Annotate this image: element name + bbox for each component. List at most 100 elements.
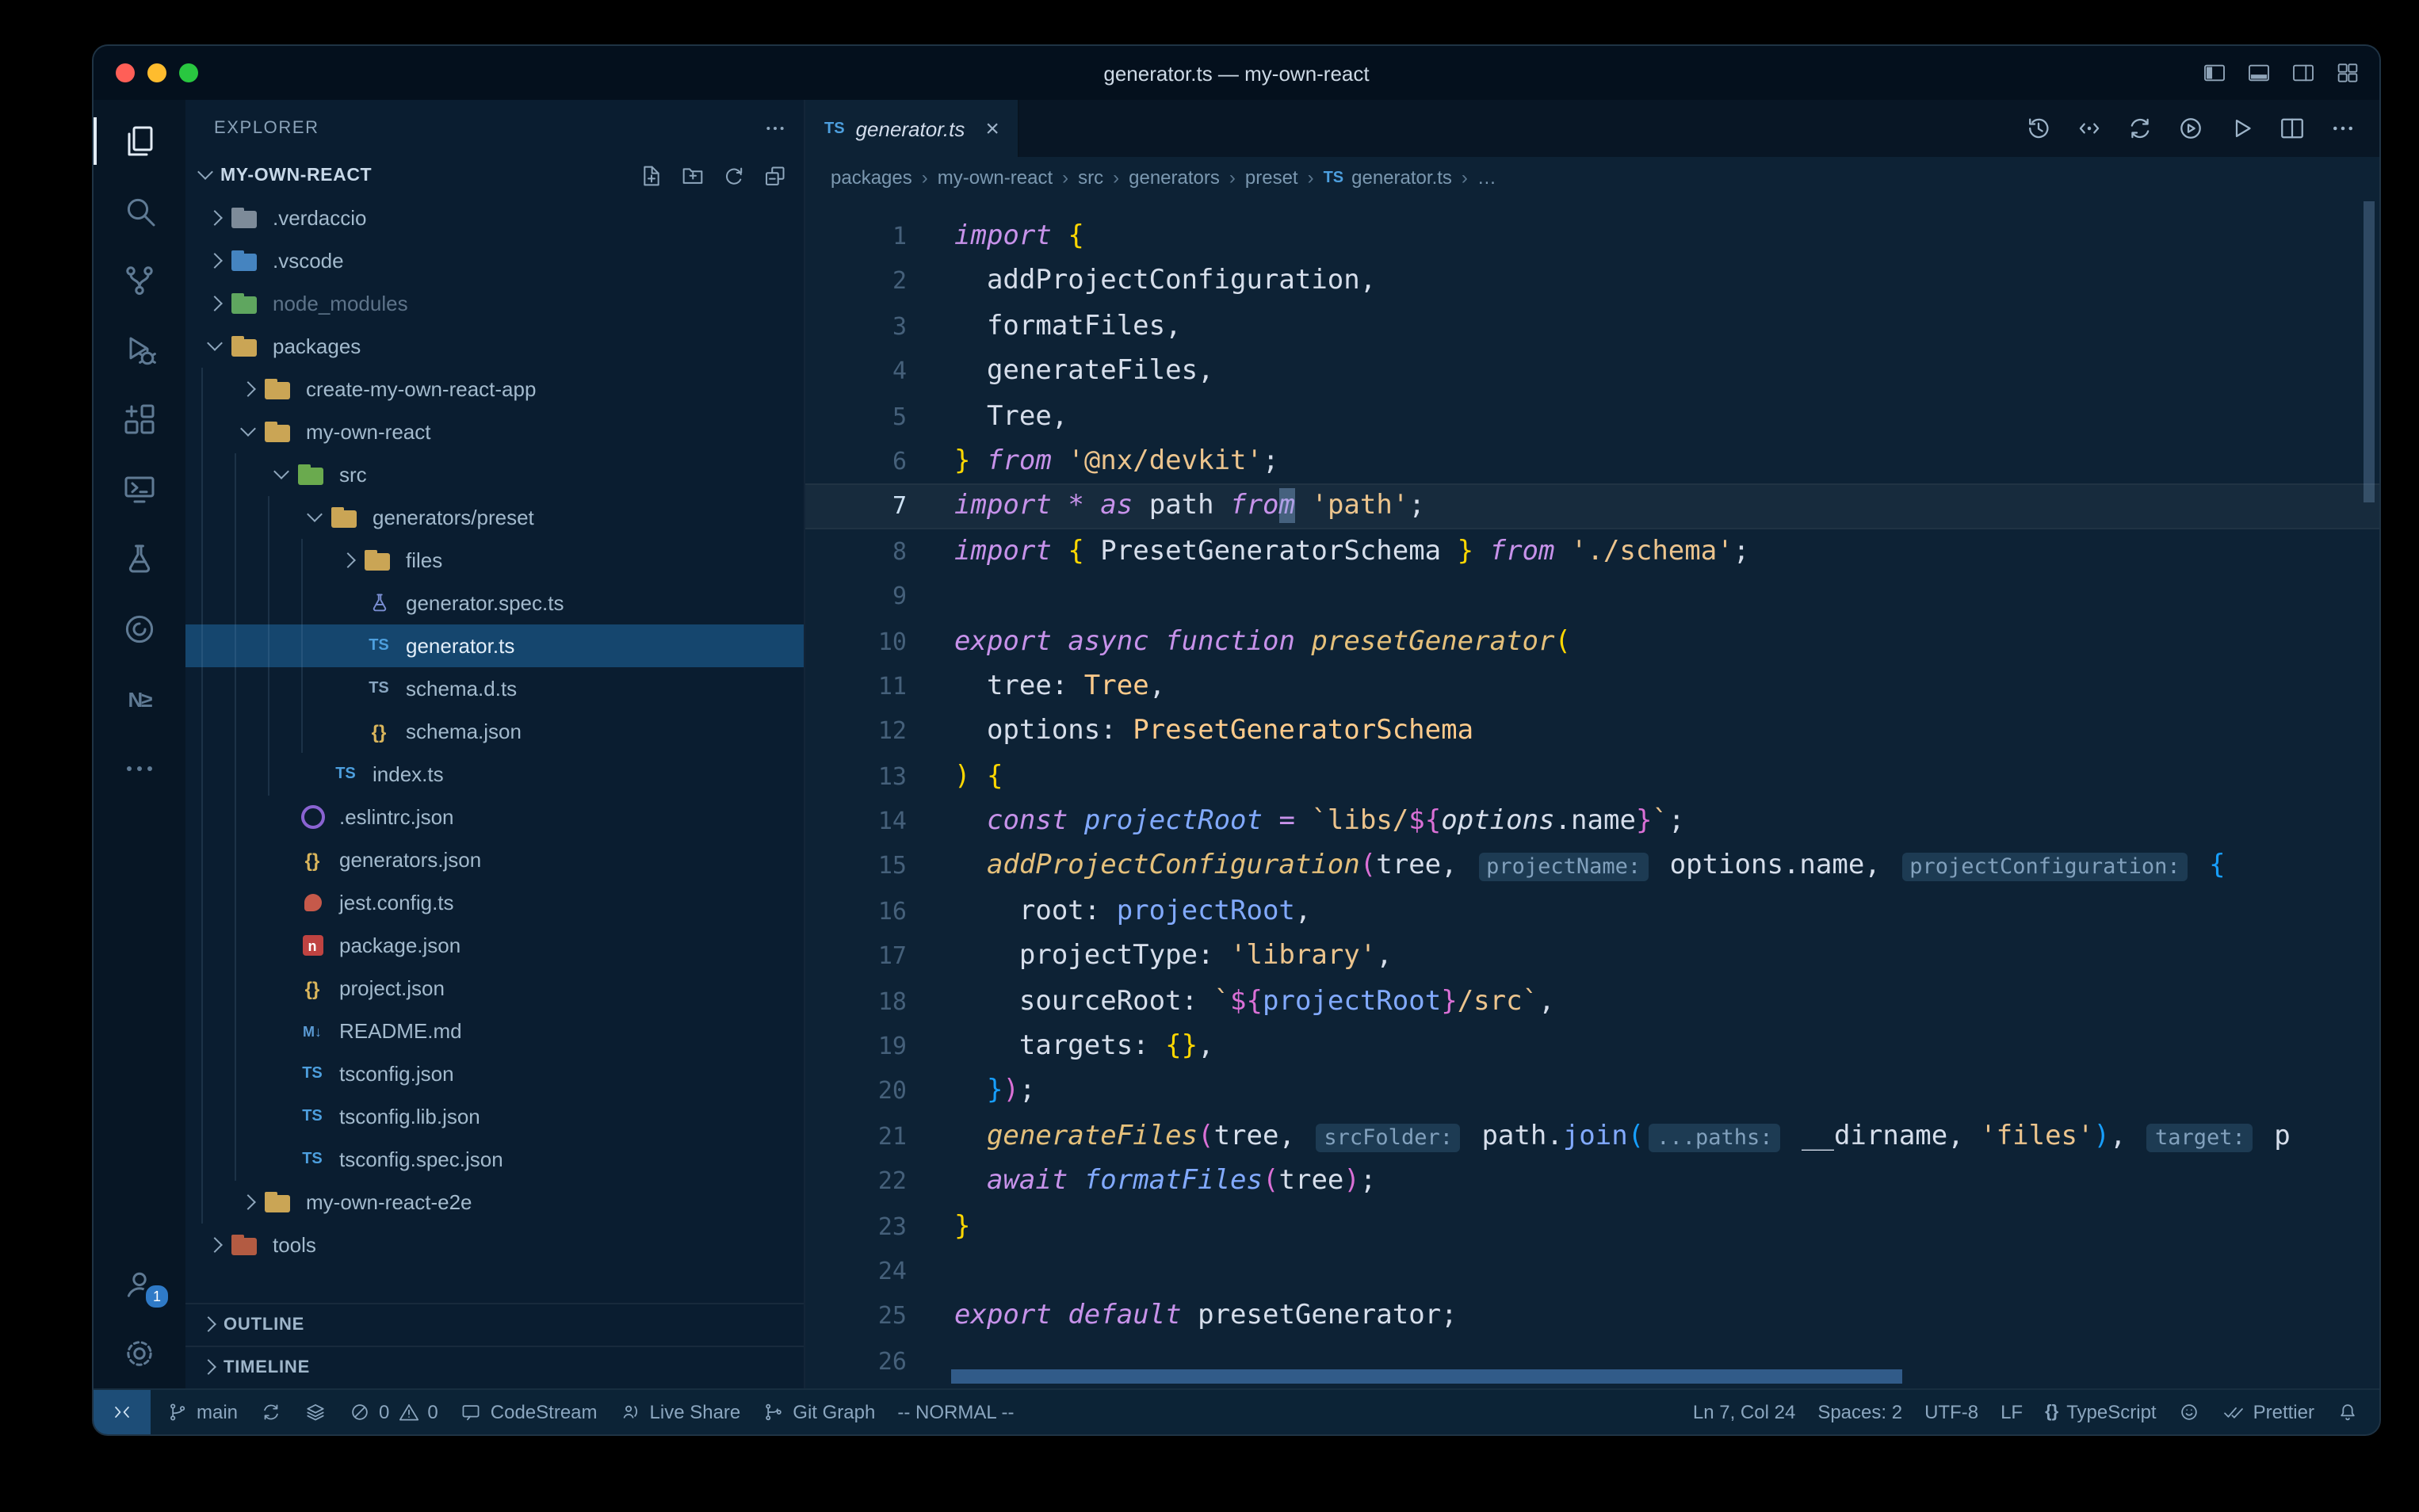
line-number[interactable]: 24 [805,1249,907,1294]
feedback[interactable] [2168,1390,2212,1434]
tree-item-node-modules[interactable]: node_modules [185,282,804,325]
more-views-icon[interactable] [94,734,185,804]
collapse-folders-icon[interactable] [762,163,788,189]
line-number[interactable]: 21 [805,1114,907,1159]
close-window-button[interactable] [116,63,135,82]
tree-item-tools[interactable]: tools [185,1224,804,1266]
line-number[interactable]: 22 [805,1159,907,1204]
tree-item-files[interactable]: files [185,539,804,582]
line-number[interactable]: 12 [805,709,907,754]
close-tab-icon[interactable]: × [985,115,999,142]
line-number[interactable]: 17 [805,934,907,979]
tree-item-vscode[interactable]: .vscode [185,239,804,282]
breadcrumb-item-packages[interactable]: packages [831,166,912,189]
git-sync[interactable] [249,1390,293,1434]
breadcrumb-item-preset[interactable]: preset [1245,166,1298,189]
tree-item-my-own-react-e2e[interactable]: my-own-react-e2e [185,1181,804,1224]
line-number[interactable]: 6 [805,439,907,484]
problems[interactable]: 00 [338,1390,449,1434]
tree-item-packages[interactable]: packages [185,325,804,368]
explorer-icon[interactable] [94,106,185,176]
line-number[interactable]: 4 [805,349,907,394]
tree-item-create-my-own-react-app[interactable]: create-my-own-react-app [185,368,804,410]
tree-item-generator-spec-ts[interactable]: generator.spec.ts [185,582,804,624]
line-number[interactable]: 20 [805,1069,907,1114]
language-mode[interactable]: {}TypeScript [2034,1390,2168,1434]
notifications-bell[interactable] [2325,1390,2370,1434]
encoding[interactable]: UTF-8 [1913,1390,1989,1434]
eol[interactable]: LF [1989,1390,2034,1434]
run-code-icon[interactable] [2227,114,2256,143]
line-number[interactable]: 3 [805,304,907,349]
line-number[interactable]: 9 [805,574,907,619]
refresh-explorer-icon[interactable] [721,163,747,189]
section-outline[interactable]: OUTLINE [185,1303,804,1346]
sync-file-icon[interactable] [2126,114,2154,143]
line-number[interactable]: 25 [805,1294,907,1339]
breadcrumb-item-my-own-react[interactable]: my-own-react [938,166,1053,189]
line-number[interactable]: 10 [805,619,907,664]
line-number[interactable]: 1 [805,214,907,259]
tree-item-tsconfig-spec-json[interactable]: TStsconfig.spec.json [185,1138,804,1181]
timeline-history-icon[interactable] [2024,114,2053,143]
tree-item-tsconfig-lib-json[interactable]: TStsconfig.lib.json [185,1095,804,1138]
tree-item-tsconfig-json[interactable]: TStsconfig.json [185,1052,804,1095]
git-branch[interactable]: main [155,1390,249,1434]
breadcrumb-item-[interactable]: … [1477,166,1496,189]
stack-status[interactable] [293,1390,338,1434]
code-editor[interactable]: 1import {2 addProjectConfiguration,3 for… [805,198,2379,1388]
prettier[interactable]: Prettier [2212,1390,2325,1434]
breadcrumb-item-generators[interactable]: generators [1129,166,1220,189]
layout-sidebar-left-icon[interactable] [2202,60,2227,86]
line-number[interactable]: 2 [805,259,907,304]
codestream-open-icon[interactable] [2075,114,2104,143]
breadcrumb-item-src[interactable]: src [1078,166,1103,189]
indentation[interactable]: Spaces: 2 [1806,1390,1913,1434]
git-graph[interactable]: Git Graph [751,1390,886,1434]
tree-item-readme-md[interactable]: M↓README.md [185,1010,804,1052]
tree-item-schema-d-ts[interactable]: TSschema.d.ts [185,667,804,710]
codestream-icon[interactable] [94,594,185,664]
tree-item-generators-json[interactable]: {}generators.json [185,838,804,881]
line-number[interactable]: 16 [805,889,907,934]
settings-gear-icon[interactable] [94,1319,185,1388]
tree-item-generator-ts[interactable]: TSgenerator.ts [185,624,804,667]
tree-item-src[interactable]: src [185,453,804,496]
tree-item-verdaccio[interactable]: .verdaccio [185,197,804,239]
line-number[interactable]: 13 [805,754,907,799]
search-icon[interactable] [94,176,185,246]
more-actions-icon[interactable] [2329,114,2357,143]
live-share[interactable]: Live Share [609,1390,752,1434]
split-editor-icon[interactable] [2278,114,2306,143]
tree-item-my-own-react[interactable]: my-own-react [185,410,804,453]
extensions-icon[interactable] [94,385,185,455]
layout-panel-icon[interactable] [2246,60,2272,86]
new-folder-icon[interactable] [680,163,705,189]
run-circle-icon[interactable] [2176,114,2205,143]
line-number[interactable]: 11 [805,664,907,709]
line-number[interactable]: 15 [805,844,907,889]
line-number[interactable]: 5 [805,394,907,439]
tree-item-generators-preset[interactable]: generators/preset [185,496,804,539]
line-number[interactable]: 23 [805,1204,907,1249]
line-number[interactable]: 19 [805,1024,907,1069]
tree-item-package-json[interactable]: npackage.json [185,924,804,967]
tree-item-project-json[interactable]: {}project.json [185,967,804,1010]
accounts-icon[interactable]: 1 [94,1249,185,1319]
tree-item-schema-json[interactable]: {}schema.json [185,710,804,753]
vertical-scrollbar[interactable] [2364,201,2375,502]
tree-item-eslintrc-json[interactable]: .eslintrc.json [185,796,804,838]
tree-item-jest-config-ts[interactable]: jest.config.ts [185,881,804,924]
testing-icon[interactable] [94,525,185,594]
nx-console-icon[interactable]: N≥ [94,664,185,734]
project-root-row[interactable]: MY-OWN-REACT [185,155,804,197]
cursor-position[interactable]: Ln 7, Col 24 [1682,1390,1806,1434]
line-number[interactable]: 14 [805,799,907,844]
layout-customize-icon[interactable] [2335,60,2360,86]
tab-generator-ts[interactable]: TS generator.ts × [805,100,1020,157]
line-number[interactable]: 18 [805,979,907,1024]
zoom-window-button[interactable] [179,63,198,82]
minimize-window-button[interactable] [147,63,166,82]
remote-explorer-icon[interactable] [94,455,185,525]
line-number[interactable]: 7 [805,484,907,529]
